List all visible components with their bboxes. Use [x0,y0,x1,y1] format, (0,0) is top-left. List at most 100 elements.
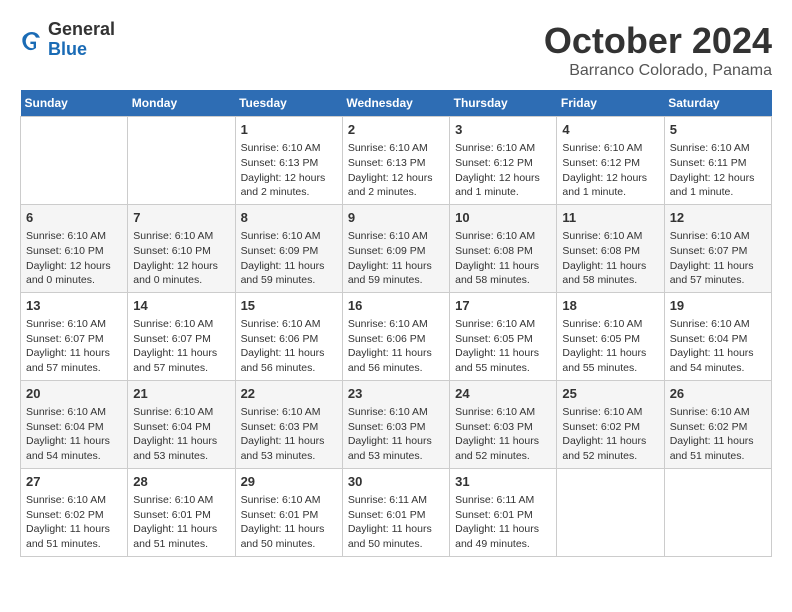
day-info: Sunrise: 6:10 AMSunset: 6:04 PMDaylight:… [26,405,122,464]
week-row-3: 13 Sunrise: 6:10 AMSunset: 6:07 PMDayligh… [21,292,772,380]
day-cell: 16Sunrise: 6:10 AMSunset: 6:06 PMDayligh… [342,292,449,380]
day-cell: 7Sunrise: 6:10 AMSunset: 6:10 PMDaylight… [128,204,235,292]
month-title: October 2024 [544,20,772,62]
day-info: Sunrise: 6:10 AMSunset: 6:13 PMDaylight:… [348,141,444,200]
day-number: 25 [562,385,658,403]
day-info: Sunrise: 6:10 AMSunset: 6:05 PMDaylight:… [562,317,658,376]
day-info: Sunrise: 6:10 AMSunset: 6:12 PMDaylight:… [562,141,658,200]
day-info: Sunrise: 6:11 AMSunset: 6:01 PMDaylight:… [455,493,551,552]
day-cell: 9 Sunrise: 6:10 AMSunset: 6:09 PMDaylight… [342,204,449,292]
day-info: Sunrise: 6:10 AMSunset: 6:13 PMDaylight:… [241,141,337,200]
day-number: 10 [455,209,551,227]
day-cell: 24Sunrise: 6:10 AMSunset: 6:03 PMDayligh… [450,380,557,468]
day-number: 1 [241,121,337,139]
logo: General Blue [20,20,115,60]
day-cell: 28Sunrise: 6:10 AMSunset: 6:01 PMDayligh… [128,468,235,556]
header-thursday: Thursday [450,90,557,117]
day-number: 17 [455,297,551,315]
day-number: 2 [348,121,444,139]
day-info: Sunrise: 6:10 AMSunset: 6:08 PMDaylight:… [455,229,551,288]
day-info: Sunrise: 6:10 AMSunset: 6:07 PMDaylight:… [133,317,229,376]
day-cell [21,117,128,205]
day-number: 26 [670,385,766,403]
day-number: 7 [133,209,229,227]
header-monday: Monday [128,90,235,117]
day-cell: 31 Sunrise: 6:11 AMSunset: 6:01 PMDayligh… [450,468,557,556]
day-number: 13 [26,297,122,315]
day-cell: 25Sunrise: 6:10 AMSunset: 6:02 PMDayligh… [557,380,664,468]
day-cell: 18 Sunrise: 6:10 AMSunset: 6:05 PMDayligh… [557,292,664,380]
day-number: 4 [562,121,658,139]
day-cell [664,468,771,556]
location: Barranco Colorado, Panama [544,62,772,80]
logo-text: General Blue [48,20,115,60]
day-number: 18 [562,297,658,315]
day-cell: 14 Sunrise: 6:10 AMSunset: 6:07 PMDayligh… [128,292,235,380]
day-cell: 21 Sunrise: 6:10 AMSunset: 6:04 PMDayligh… [128,380,235,468]
day-info: Sunrise: 6:10 AMSunset: 6:06 PMDaylight:… [241,317,337,376]
day-cell [128,117,235,205]
day-info: Sunrise: 6:10 AMSunset: 6:06 PMDaylight:… [348,317,444,376]
day-cell: 13 Sunrise: 6:10 AMSunset: 6:07 PMDayligh… [21,292,128,380]
day-cell: 15 Sunrise: 6:10 AMSunset: 6:06 PMDayligh… [235,292,342,380]
day-number: 22 [241,385,337,403]
day-info: Sunrise: 6:10 AMSunset: 6:02 PMDaylight:… [670,405,766,464]
day-info: Sunrise: 6:10 AMSunset: 6:11 PMDaylight:… [670,141,766,200]
header-row: SundayMondayTuesdayWednesdayThursdayFrid… [21,90,772,117]
day-info: Sunrise: 6:10 AMSunset: 6:09 PMDaylight:… [241,229,337,288]
week-row-4: 20Sunrise: 6:10 AMSunset: 6:04 PMDayligh… [21,380,772,468]
day-info: Sunrise: 6:10 AMSunset: 6:03 PMDaylight:… [348,405,444,464]
day-number: 21 [133,385,229,403]
day-info: Sunrise: 6:10 AMSunset: 6:09 PMDaylight:… [348,229,444,288]
week-row-1: 1 Sunrise: 6:10 AMSunset: 6:13 PMDaylight… [21,117,772,205]
day-cell: 4 Sunrise: 6:10 AMSunset: 6:12 PMDaylight… [557,117,664,205]
day-info: Sunrise: 6:10 AMSunset: 6:04 PMDaylight:… [133,405,229,464]
day-cell: 22Sunrise: 6:10 AMSunset: 6:03 PMDayligh… [235,380,342,468]
day-cell: 2 Sunrise: 6:10 AMSunset: 6:13 PMDaylight… [342,117,449,205]
day-cell [557,468,664,556]
title-block: October 2024 Barranco Colorado, Panama [544,20,772,80]
day-cell: 17 Sunrise: 6:10 AMSunset: 6:05 PMDayligh… [450,292,557,380]
calendar-header: SundayMondayTuesdayWednesdayThursdayFrid… [21,90,772,117]
day-cell: 20Sunrise: 6:10 AMSunset: 6:04 PMDayligh… [21,380,128,468]
day-number: 3 [455,121,551,139]
day-number: 9 [348,209,444,227]
calendar-body: 1 Sunrise: 6:10 AMSunset: 6:13 PMDaylight… [21,117,772,557]
day-cell: 6 Sunrise: 6:10 AMSunset: 6:10 PMDaylight… [21,204,128,292]
logo-icon [20,28,44,52]
page-header: General Blue October 2024 Barranco Color… [20,20,772,80]
day-number: 8 [241,209,337,227]
day-info: Sunrise: 6:10 AMSunset: 6:10 PMDaylight:… [26,229,122,288]
day-info: Sunrise: 6:10 AMSunset: 6:12 PMDaylight:… [455,141,551,200]
day-info: Sunrise: 6:10 AMSunset: 6:01 PMDaylight:… [241,493,337,552]
day-info: Sunrise: 6:10 AMSunset: 6:01 PMDaylight:… [133,493,229,552]
day-number: 12 [670,209,766,227]
day-number: 6 [26,209,122,227]
week-row-2: 6 Sunrise: 6:10 AMSunset: 6:10 PMDaylight… [21,204,772,292]
day-cell: 19Sunrise: 6:10 AMSunset: 6:04 PMDayligh… [664,292,771,380]
header-saturday: Saturday [664,90,771,117]
day-cell: 26 Sunrise: 6:10 AMSunset: 6:02 PMDayligh… [664,380,771,468]
day-number: 29 [241,473,337,491]
day-cell: 10 Sunrise: 6:10 AMSunset: 6:08 PMDayligh… [450,204,557,292]
header-friday: Friday [557,90,664,117]
day-number: 31 [455,473,551,491]
day-number: 27 [26,473,122,491]
day-info: Sunrise: 6:10 AMSunset: 6:02 PMDaylight:… [26,493,122,552]
day-info: Sunrise: 6:10 AMSunset: 6:05 PMDaylight:… [455,317,551,376]
day-cell: 29 Sunrise: 6:10 AMSunset: 6:01 PMDayligh… [235,468,342,556]
day-number: 19 [670,297,766,315]
header-wednesday: Wednesday [342,90,449,117]
calendar-table: SundayMondayTuesdayWednesdayThursdayFrid… [20,90,772,557]
week-row-5: 27 Sunrise: 6:10 AMSunset: 6:02 PMDayligh… [21,468,772,556]
day-number: 15 [241,297,337,315]
day-number: 11 [562,209,658,227]
day-number: 14 [133,297,229,315]
day-info: Sunrise: 6:10 AMSunset: 6:07 PMDaylight:… [26,317,122,376]
day-info: Sunrise: 6:10 AMSunset: 6:08 PMDaylight:… [562,229,658,288]
day-number: 30 [348,473,444,491]
day-cell: 11 Sunrise: 6:10 AMSunset: 6:08 PMDayligh… [557,204,664,292]
day-number: 5 [670,121,766,139]
day-number: 24 [455,385,551,403]
logo-blue: Blue [48,40,115,60]
